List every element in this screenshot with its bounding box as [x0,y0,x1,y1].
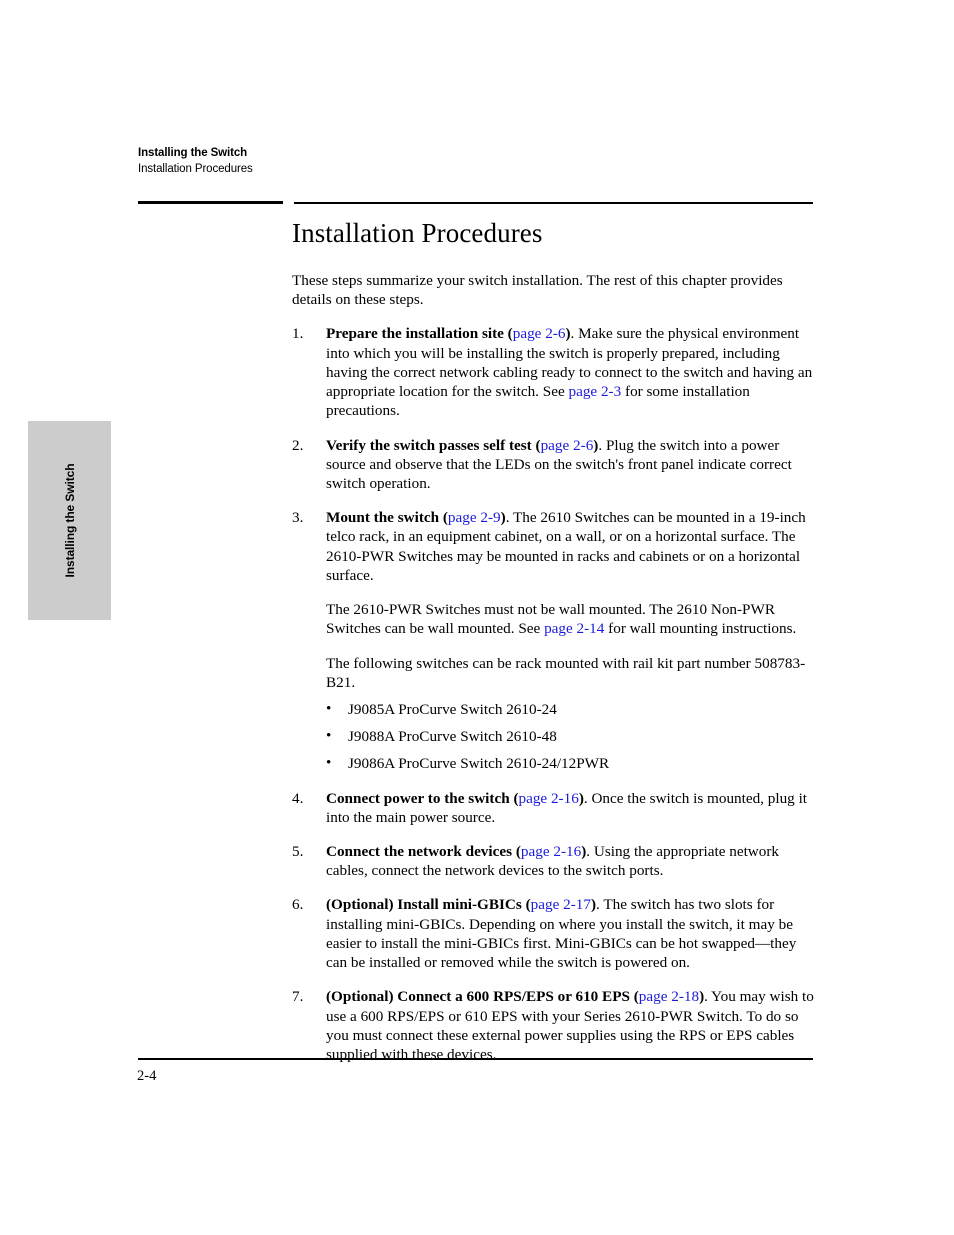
step-item: 3. Mount the switch (page 2-9). The 2610 … [292,508,814,585]
step-number: 4. [292,789,304,807]
step-lead: Connect the network devices [326,843,513,861]
step-number: 3. [292,509,304,527]
step-lead: (Optional) Install mini-GBICs [326,896,522,914]
header-chapter-title: Installing the Switch [138,147,248,159]
list-item: • J9088A ProCurve Switch 2610-48 [326,727,814,746]
step-number: 7. [292,988,304,1006]
step-lead: Connect power to the switch [326,789,510,807]
step-item: 7. (Optional) Connect a 600 RPS/EPS or 61… [292,987,814,1064]
chapter-side-tab: Installing the Switch [28,421,111,620]
rack-mountable-switches-list: • J9085A ProCurve Switch 2610-24 • J9088A … [292,700,814,774]
list-item: • J9086A ProCurve Switch 2610-24/12PWR [326,754,814,773]
bullet-icon: • [326,754,332,772]
step-number: 2. [292,436,304,454]
step-item: 5. Connect the network devices (page 2-16… [292,842,814,880]
step-paren-open: ( [439,509,448,527]
cross-reference-link[interactable]: page 2-6 [513,325,566,342]
step-item: 1. Prepare the installation site (page 2-… [292,324,814,420]
step-item: 4. Connect power to the switch (page 2-16… [292,789,814,827]
step-item: 2. Verify the switch passes self test (pa… [292,436,814,494]
bullet-icon: • [326,699,332,717]
step-lead: (Optional) Connect a 600 RPS/EPS or 610 … [326,988,630,1006]
intro-paragraph: These steps summarize your switch instal… [292,272,783,309]
note-text-continued: for wall mounting instructions. [604,620,797,638]
bullet-icon: • [326,727,332,745]
installation-steps-list: 1. Prepare the installation site (page 2-… [292,324,814,585]
cross-reference-link[interactable]: page 2-16 [521,843,581,860]
cross-reference-link[interactable]: page 2-16 [519,790,579,807]
chapter-side-tab-label: Installing the Switch [62,463,77,578]
step-paren-open: ( [503,325,513,343]
step-paren-open: ( [629,988,639,1006]
cross-reference-link[interactable]: page 2-6 [541,437,594,454]
step-lead: Verify the switch passes self test [326,436,532,454]
step-number: 5. [292,843,304,861]
step-paren-open: ( [521,896,531,914]
header-rule-left [138,201,283,204]
cross-reference-link[interactable]: page 2-17 [531,896,591,913]
step-item: 6. (Optional) Install mini-GBICs (page 2-… [292,895,814,972]
list-item-label: J9086A ProCurve Switch 2610-24/12PWR [348,755,610,773]
step3-note-wall-mounting: The 2610-PWR Switches must not be wall m… [292,585,814,638]
step-number: 1. [292,325,304,343]
step-number: 6. [292,896,304,914]
list-item-label: J9085A ProCurve Switch 2610-24 [348,700,557,718]
page-number: 2-4 [137,1068,157,1084]
document-page: Installing the Switch Installation Proce… [0,0,954,1235]
cross-reference-link[interactable]: page 2-9 [448,509,501,526]
footer-rule [138,1058,813,1060]
cross-reference-link[interactable]: page 2-14 [544,620,604,637]
step-lead: Mount the switch [326,509,440,527]
running-header: Installing the Switch Installation Proce… [138,146,698,177]
header-section-title: Installation Procedures [138,162,253,175]
step-paren-open: ( [531,436,541,454]
step-lead: Prepare the installation site [326,325,504,343]
step3-note-rail-kit: The following switches can be rack mount… [326,654,806,691]
list-item: • J9085A ProCurve Switch 2610-24 [326,700,814,719]
cross-reference-link[interactable]: page 2-18 [639,988,699,1005]
page-title: Installation Procedures [292,218,543,248]
list-item-label: J9088A ProCurve Switch 2610-48 [348,728,557,746]
step-paren-open: ( [512,843,521,861]
cross-reference-link[interactable]: page 2-3 [569,383,622,400]
main-content: Installation Procedures These steps summ… [292,220,814,1064]
installation-steps-list-continued: 4. Connect power to the switch (page 2-16… [292,789,814,1065]
header-rule-right [294,202,813,204]
step-paren-open: ( [509,789,519,807]
